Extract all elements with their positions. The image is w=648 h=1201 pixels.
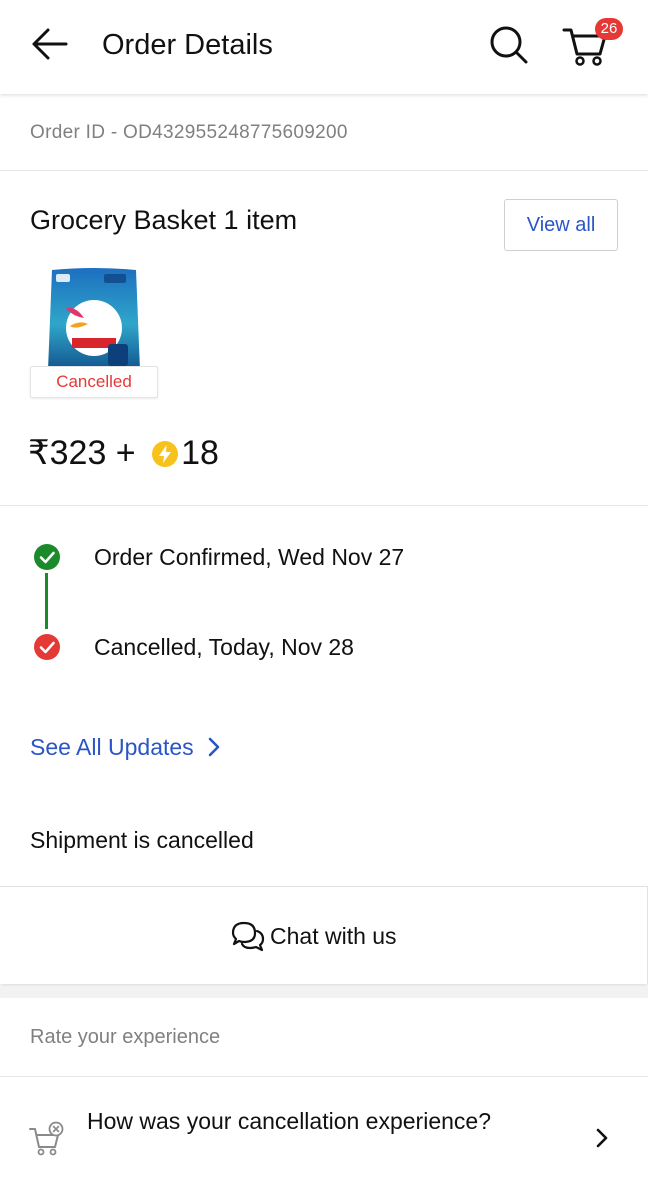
cancelled-check-icon <box>34 634 60 660</box>
order-id: Order ID - OD432955248775609200 <box>30 122 348 143</box>
search-button[interactable] <box>486 22 532 68</box>
supercoin-icon <box>152 441 179 467</box>
chevron-right-icon <box>596 1128 608 1148</box>
chevron-right-icon <box>208 737 219 757</box>
order-id-row: Order ID - OD432955248775609200 <box>0 96 648 171</box>
shipment-status: Shipment is cancelled <box>30 827 254 853</box>
chat-content: Chat with us <box>230 919 397 953</box>
see-all-updates-label: See All Updates <box>30 734 194 760</box>
cart-count-badge: 26 <box>595 18 623 40</box>
product-image[interactable] <box>46 266 142 370</box>
check-circle-icon <box>34 544 60 570</box>
chat-bubbles-icon <box>231 921 265 952</box>
app-header: Order Details 26 <box>0 0 648 94</box>
page-title: Order Details <box>102 29 273 61</box>
timeline-step-confirmed: Order Confirmed, Wed Nov 27 <box>94 544 405 570</box>
back-button[interactable] <box>28 24 72 64</box>
see-all-updates-link[interactable]: See All Updates <box>30 732 222 762</box>
item-status-tag: Cancelled <box>30 366 158 398</box>
cancellation-feedback-row[interactable]: How was your cancellation experience? <box>0 1076 648 1201</box>
feedback-question: How was your cancellation experience? <box>87 1108 491 1134</box>
supercoin-count: 18 <box>181 434 219 472</box>
search-icon <box>490 26 528 64</box>
timeline-connector <box>45 573 48 629</box>
section-divider <box>0 505 648 506</box>
order-price: ₹323 + <box>28 434 136 472</box>
timeline-step-cancelled: Cancelled, Today, Nov 28 <box>94 634 354 660</box>
rate-section-title: Rate your experience <box>30 1026 221 1048</box>
cart-cancel-icon <box>29 1121 64 1156</box>
section-spacer <box>0 986 648 998</box>
chat-with-us-button[interactable]: Chat with us <box>0 886 648 984</box>
basket-title: Grocery Basket 1 item <box>30 205 298 235</box>
arrow-left-icon <box>32 28 68 60</box>
price-row: ₹323 + 18 <box>28 432 219 474</box>
view-all-button[interactable]: View all <box>504 199 618 251</box>
chat-label: Chat with us <box>270 923 397 949</box>
